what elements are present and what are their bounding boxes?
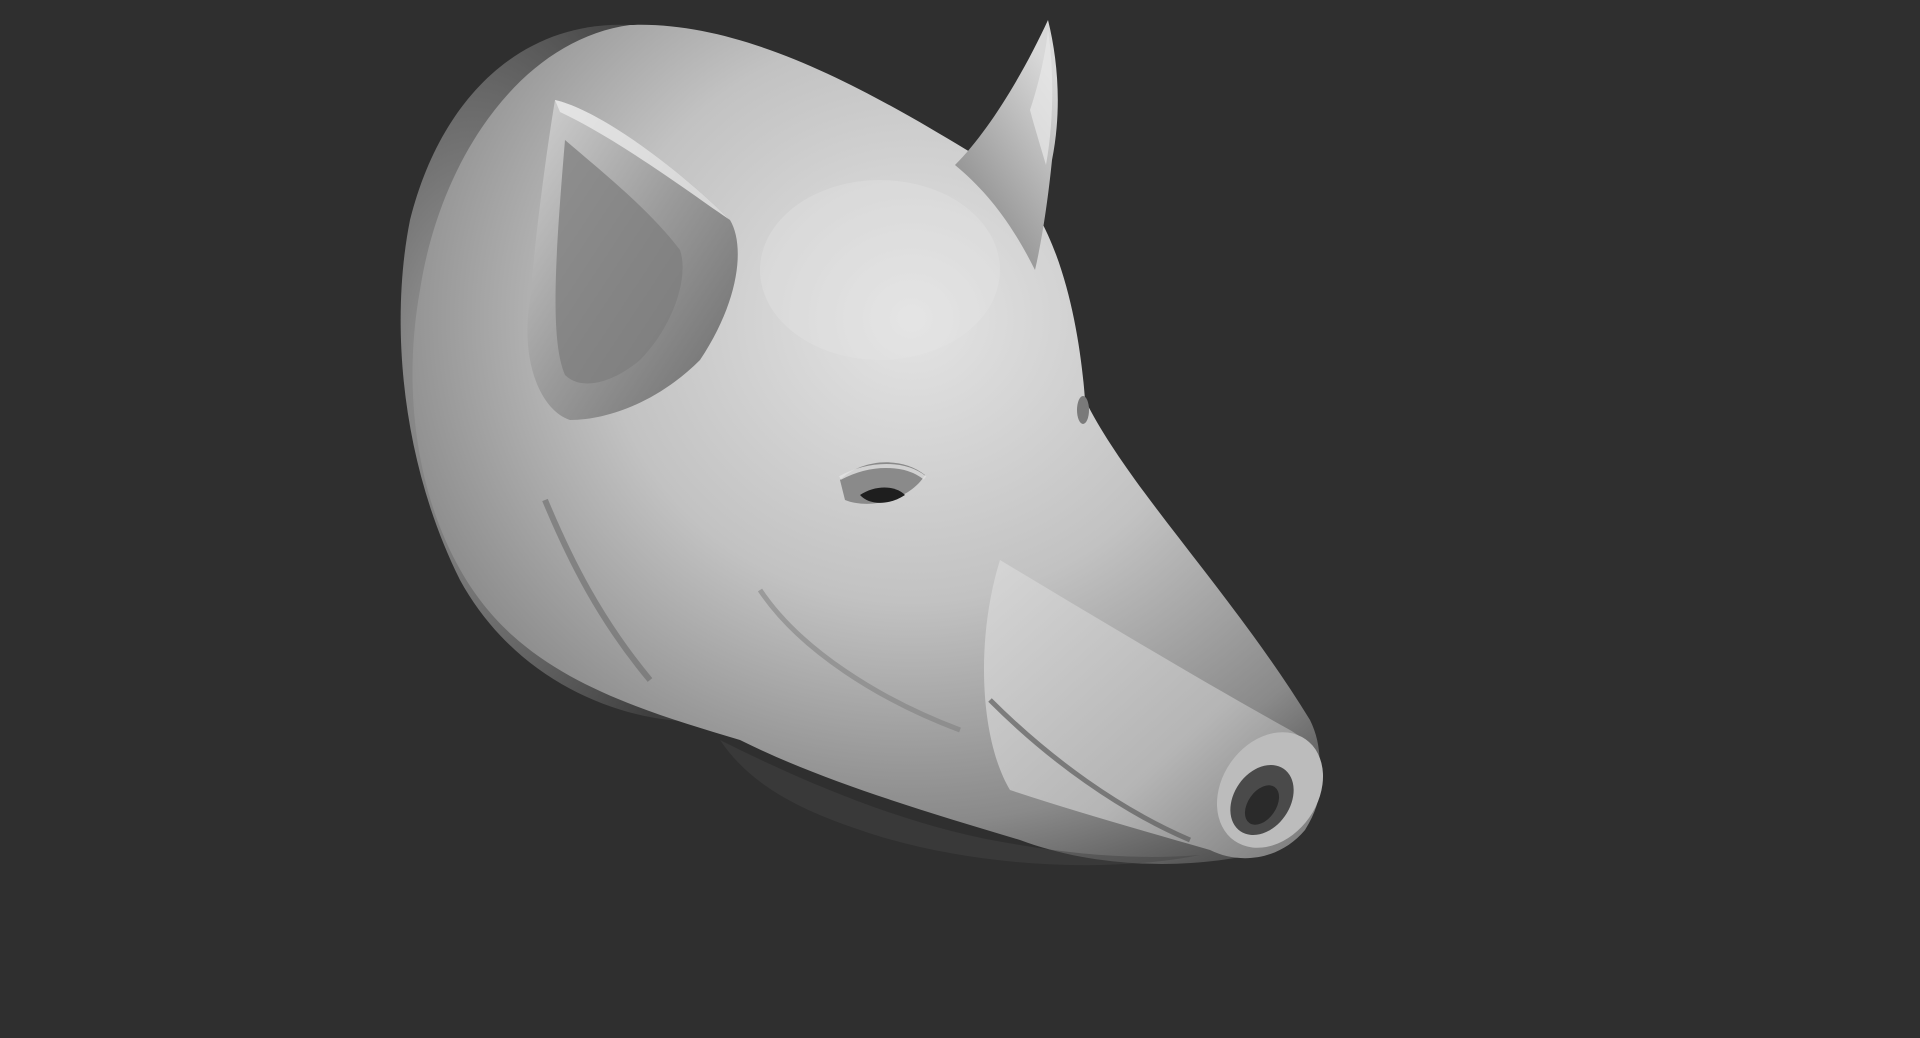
pig-head-model[interactable] bbox=[0, 0, 1920, 1038]
forehead-highlight bbox=[760, 180, 1000, 360]
far-eye bbox=[1077, 396, 1089, 424]
sculpt-viewport[interactable] bbox=[0, 0, 1920, 1038]
